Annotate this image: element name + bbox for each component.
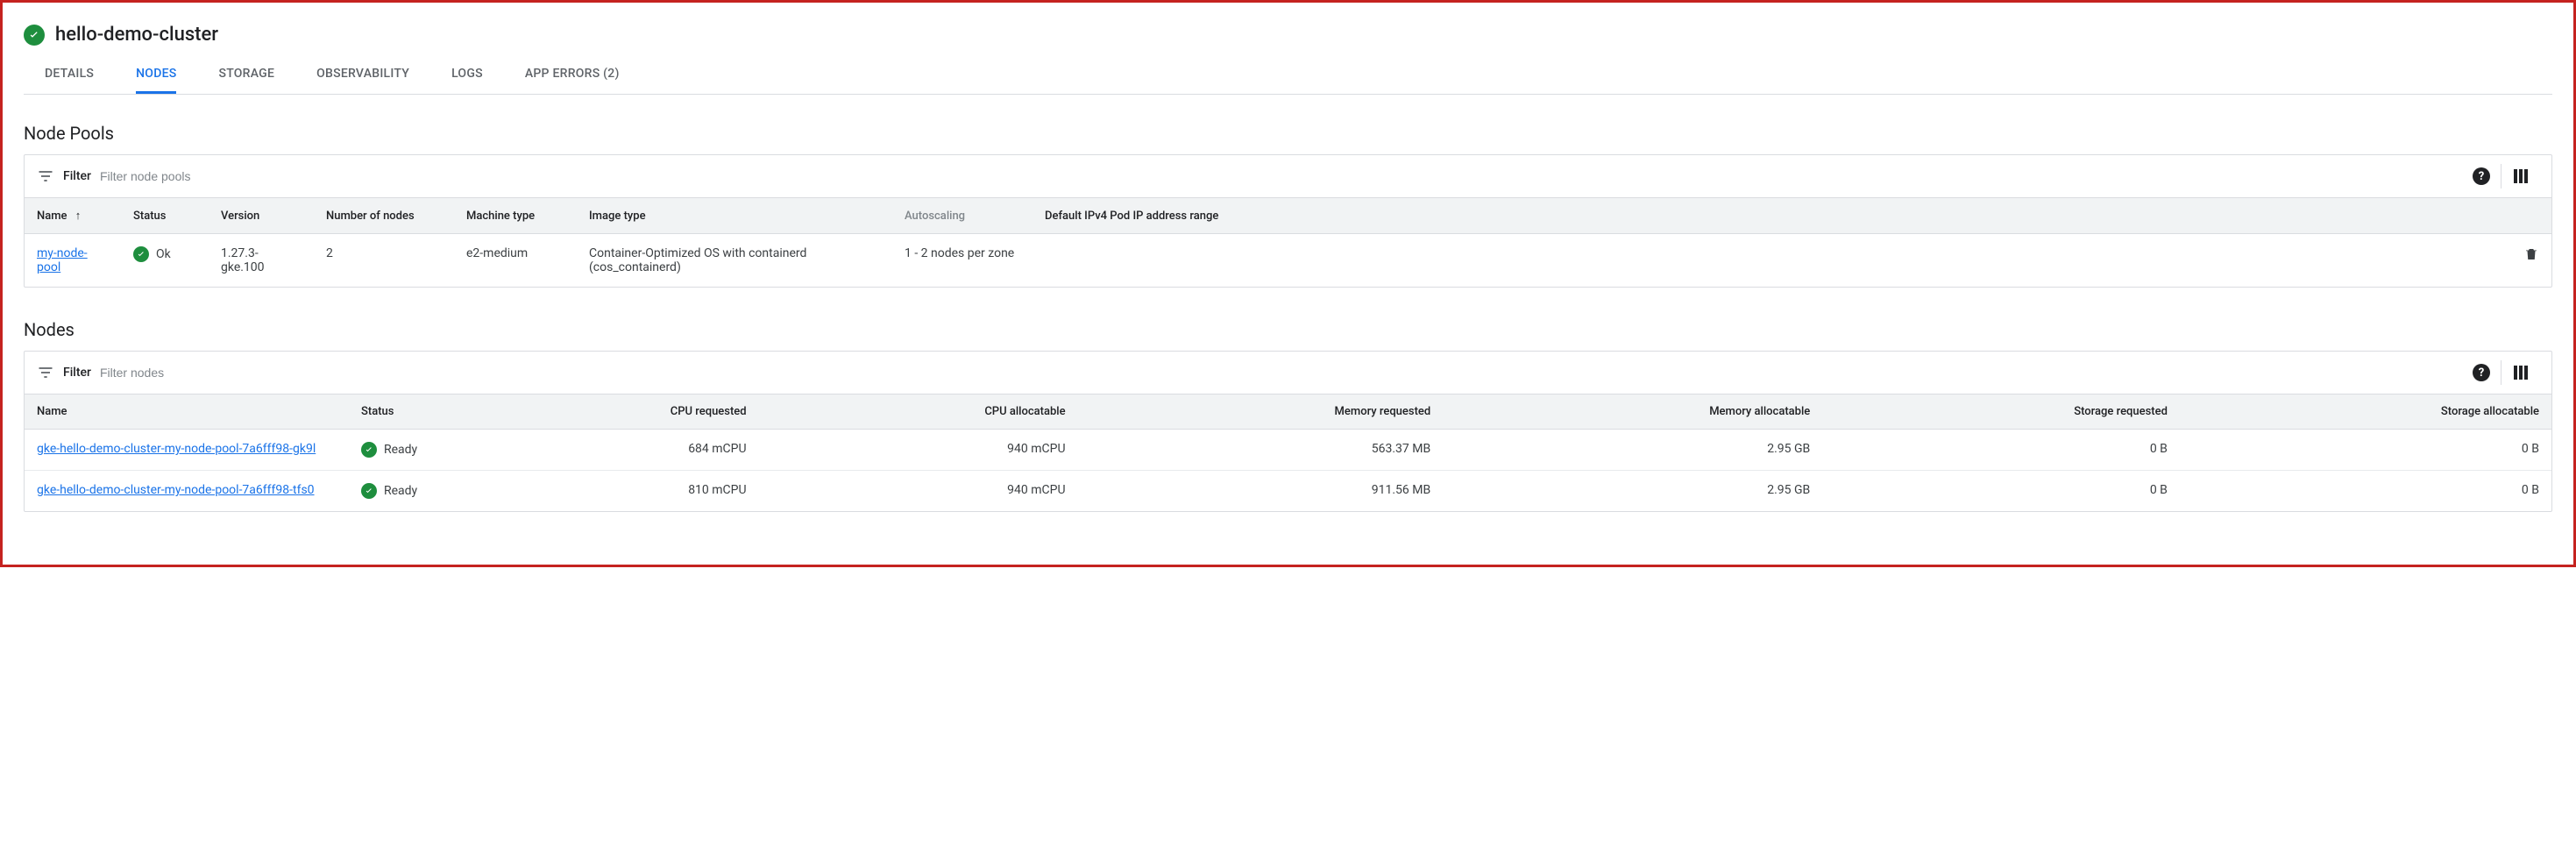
check-circle-icon — [133, 246, 149, 262]
status-cell: Ready — [361, 483, 442, 499]
col-node-name[interactable]: Name — [25, 395, 349, 430]
table-row: my-node-pool Ok 1.27.3-gke.100 2 e2-medi… — [25, 234, 2551, 288]
col-stor-req[interactable]: Storage requested — [1822, 395, 2180, 430]
version-cell: 1.27.3-gke.100 — [209, 234, 314, 288]
delete-button[interactable] — [2523, 252, 2539, 266]
cluster-header: hello-demo-cluster — [24, 24, 2552, 46]
stor-alloc-cell: 0 B — [2180, 471, 2551, 512]
filter-label: Filter — [63, 169, 91, 183]
col-mem-req[interactable]: Memory requested — [1078, 395, 1444, 430]
mem-alloc-cell: 2.95 GB — [1443, 471, 1822, 512]
col-actions — [2508, 198, 2551, 234]
filter-label: Filter — [63, 366, 91, 380]
table-row: gke-hello-demo-cluster-my-node-pool-7a6f… — [25, 471, 2551, 512]
stor-req-cell: 0 B — [1822, 430, 2180, 471]
trash-icon — [2523, 246, 2539, 262]
node-pools-panel: Filter ? Name ↑ Status Version Number of… — [24, 154, 2552, 288]
filter-node-pools-input[interactable] — [100, 169, 2452, 183]
col-ip-range[interactable]: Default IPv4 Pod IP address range — [1033, 198, 2508, 234]
section-title-node-pools: Node Pools — [24, 123, 2552, 144]
node-pools-filter-bar: Filter ? — [25, 155, 2551, 197]
cpu-req-cell: 810 mCPU — [454, 471, 759, 512]
col-name[interactable]: Name ↑ — [25, 198, 121, 234]
col-machine[interactable]: Machine type — [454, 198, 577, 234]
tab-bar: DETAILS NODES STORAGE OBSERVABILITY LOGS… — [24, 60, 2552, 95]
mem-req-cell: 911.56 MB — [1078, 471, 1444, 512]
col-status[interactable]: Status — [121, 198, 209, 234]
status-text: Ready — [384, 484, 417, 498]
sort-asc-icon: ↑ — [75, 209, 82, 223]
filter-nodes-input[interactable] — [100, 366, 2452, 380]
tab-nodes[interactable]: NODES — [136, 60, 176, 94]
col-node-status[interactable]: Status — [349, 395, 454, 430]
nodes-table: Name Status CPU requested CPU allocatabl… — [25, 394, 2551, 511]
stor-req-cell: 0 B — [1822, 471, 2180, 512]
col-cpu-req[interactable]: CPU requested — [454, 395, 759, 430]
autoscaling-cell: 1 - 2 nodes per zone — [892, 234, 1033, 288]
col-version[interactable]: Version — [209, 198, 314, 234]
col-num-nodes[interactable]: Number of nodes — [314, 198, 454, 234]
col-mem-alloc[interactable]: Memory allocatable — [1443, 395, 1822, 430]
col-autoscaling[interactable]: Autoscaling — [892, 198, 1033, 234]
help-button[interactable]: ? — [2462, 360, 2501, 385]
tab-logs[interactable]: LOGS — [451, 60, 483, 94]
range-cell — [1033, 234, 2508, 288]
help-button[interactable]: ? — [2462, 164, 2501, 188]
node-link[interactable]: gke-hello-demo-cluster-my-node-pool-7a6f… — [37, 483, 315, 497]
col-image[interactable]: Image type — [577, 198, 892, 234]
table-row: gke-hello-demo-cluster-my-node-pool-7a6f… — [25, 430, 2551, 471]
cpu-alloc-cell: 940 mCPU — [759, 471, 1078, 512]
section-title-nodes: Nodes — [24, 319, 2552, 340]
mem-alloc-cell: 2.95 GB — [1443, 430, 1822, 471]
tab-details[interactable]: DETAILS — [45, 60, 94, 94]
status-cell: Ready — [361, 442, 442, 458]
columns-icon — [2514, 366, 2528, 380]
status-text: Ready — [384, 443, 417, 457]
num-nodes-cell: 2 — [314, 234, 454, 288]
node-pool-link[interactable]: my-node-pool — [37, 246, 88, 274]
col-name-label: Name — [37, 210, 67, 223]
check-circle-icon — [24, 25, 45, 46]
cpu-req-cell: 684 mCPU — [454, 430, 759, 471]
col-cpu-alloc[interactable]: CPU allocatable — [759, 395, 1078, 430]
columns-icon — [2514, 169, 2528, 183]
cpu-alloc-cell: 940 mCPU — [759, 430, 1078, 471]
filter-icon — [37, 167, 54, 185]
tab-storage[interactable]: STORAGE — [218, 60, 274, 94]
status-text: Ok — [156, 247, 171, 261]
node-link[interactable]: gke-hello-demo-cluster-my-node-pool-7a6f… — [37, 442, 316, 456]
col-stor-alloc[interactable]: Storage allocatable — [2180, 395, 2551, 430]
help-icon: ? — [2473, 167, 2490, 185]
stor-alloc-cell: 0 B — [2180, 430, 2551, 471]
help-icon: ? — [2473, 364, 2490, 381]
image-cell: Container-Optimized OS with containerd (… — [577, 234, 892, 288]
machine-cell: e2-medium — [454, 234, 577, 288]
mem-req-cell: 563.37 MB — [1078, 430, 1444, 471]
check-circle-icon — [361, 483, 377, 499]
filter-icon — [37, 364, 54, 381]
tab-observability[interactable]: OBSERVABILITY — [316, 60, 409, 94]
columns-button[interactable] — [2501, 164, 2539, 188]
nodes-filter-bar: Filter ? — [25, 352, 2551, 394]
tab-app-errors[interactable]: APP ERRORS (2) — [525, 60, 620, 94]
page-title: hello-demo-cluster — [55, 24, 218, 46]
status-cell: Ok — [133, 246, 196, 262]
check-circle-icon — [361, 442, 377, 458]
columns-button[interactable] — [2501, 360, 2539, 385]
nodes-panel: Filter ? Name Status CPU requested CPU a… — [24, 351, 2552, 512]
node-pools-table: Name ↑ Status Version Number of nodes Ma… — [25, 197, 2551, 287]
